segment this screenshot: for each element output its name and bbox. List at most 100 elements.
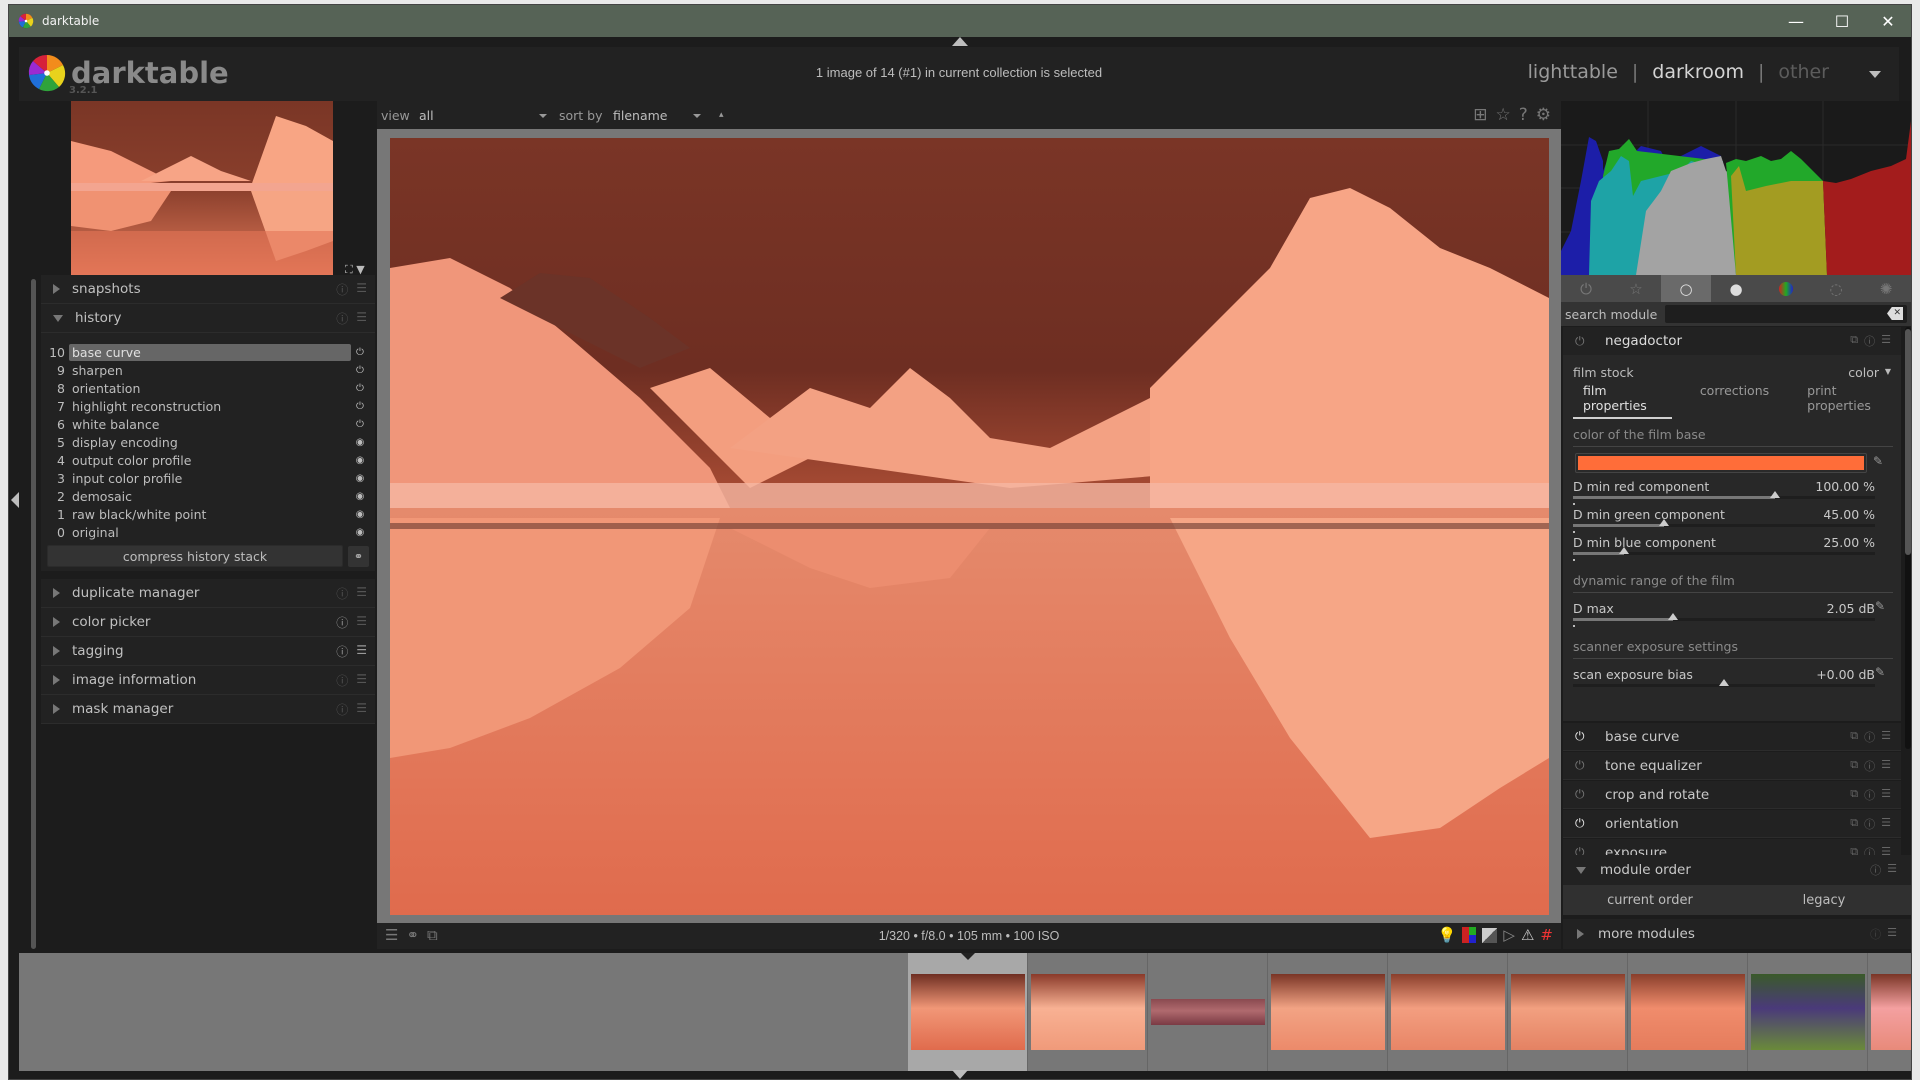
group-base-icon[interactable]: ○ xyxy=(1661,275,1711,302)
presets-icon[interactable]: ☰ xyxy=(1881,787,1891,803)
group-effects-icon[interactable]: ✺ xyxy=(1861,275,1911,302)
reset-icon[interactable]: ⓘ xyxy=(1864,787,1875,803)
film-stock-dropdown-icon[interactable]: ▼ xyxy=(1885,367,1891,376)
group-color-icon[interactable] xyxy=(1761,275,1811,302)
views-dropdown-icon[interactable] xyxy=(1869,71,1881,78)
more-modules-header[interactable]: more modules ⓘ ☰ xyxy=(1563,919,1911,949)
filmstrip-thumbnail[interactable] xyxy=(908,953,1028,1071)
help-icon[interactable]: ? xyxy=(1519,105,1528,125)
module-image-information[interactable]: image information ⓘ ☰ xyxy=(41,666,375,695)
film-stock-select[interactable]: color xyxy=(1848,365,1879,380)
slider-dmin-red[interactable]: D min red component 100.00 % xyxy=(1573,479,1875,507)
gamut-check-icon[interactable]: ⚠ xyxy=(1521,926,1534,944)
history-item[interactable]: 0 original ◉ xyxy=(47,523,369,541)
history-item[interactable]: 2 demosaic ◉ xyxy=(47,487,369,505)
presets-icon[interactable]: ☰ xyxy=(1881,729,1891,745)
slider-dmax[interactable]: D max 2.05 dB xyxy=(1573,601,1875,629)
power-icon[interactable]: ⏻ xyxy=(1575,816,1593,831)
filmstrip-thumbnail[interactable] xyxy=(1748,953,1868,1071)
history-item[interactable]: 8 orientation ⏻ xyxy=(47,379,369,397)
color-picker-icon[interactable]: ✎ xyxy=(1875,665,1885,679)
history-item[interactable]: 5 display encoding ◉ xyxy=(47,433,369,451)
history-item[interactable]: 9 sharpen ⏻ xyxy=(47,361,369,379)
histogram[interactable] xyxy=(1561,101,1911,275)
multi-instance-icon[interactable]: ⧉ xyxy=(1850,333,1858,349)
multi-instance-icon[interactable]: ⧉ xyxy=(1850,816,1858,832)
module-negadoctor-header[interactable]: ⏻ negadoctor ⧉ ⓘ ☰ xyxy=(1563,327,1901,355)
module-duplicate-manager[interactable]: duplicate manager ⓘ ☰ xyxy=(41,579,375,608)
sort-by-dropdown-icon[interactable] xyxy=(693,114,701,118)
color-picker-icon[interactable]: ✎ xyxy=(1873,454,1883,468)
color-picker-icon[interactable]: ✎ xyxy=(1875,599,1885,613)
filmstrip-thumbnail[interactable] xyxy=(1268,953,1388,1071)
grouping-icon[interactable]: ⊞ xyxy=(1473,105,1487,125)
slider-scan-exposure-bias[interactable]: scan exposure bias +0.00 dB xyxy=(1573,667,1875,695)
tab-print-properties[interactable]: print properties xyxy=(1797,383,1901,419)
slider-dmin-blue[interactable]: D min blue component 25.00 % xyxy=(1573,535,1875,563)
reset-icon[interactable]: ⓘ xyxy=(336,310,348,327)
presets-icon[interactable]: ☰ xyxy=(356,701,367,718)
film-base-color-swatch[interactable] xyxy=(1575,453,1867,473)
slider-thumb[interactable] xyxy=(1770,491,1781,498)
module-order-header[interactable]: module order ⓘ ☰ xyxy=(1563,855,1911,885)
power-icon[interactable]: ⏻ xyxy=(1575,729,1593,744)
filmstrip-thumbnail[interactable] xyxy=(1868,953,1911,1071)
sort-by-select[interactable]: filename xyxy=(613,108,668,123)
tab-corrections[interactable]: corrections xyxy=(1690,383,1779,419)
minimize-button[interactable]: — xyxy=(1773,5,1819,37)
presets-icon[interactable]: ☰ xyxy=(356,310,367,327)
presets-icon[interactable]: ☰ xyxy=(1881,333,1891,349)
power-icon[interactable]: ⏻ xyxy=(1575,758,1593,773)
module-base-curve[interactable]: ⏻ base curve ⧉ ⓘ ☰ xyxy=(1563,723,1901,751)
right-scrollbar-thumb[interactable] xyxy=(1905,329,1911,555)
view-darkroom[interactable]: darkroom xyxy=(1652,61,1744,83)
raw-overexposed-icon[interactable] xyxy=(1462,927,1477,943)
reset-icon[interactable]: ⓘ xyxy=(336,585,348,602)
reset-icon[interactable]: ⓘ xyxy=(1864,333,1875,349)
toggle-top-panel-arrow-icon[interactable] xyxy=(952,37,968,46)
reset-icon[interactable]: ⓘ xyxy=(336,614,348,631)
slider-thumb[interactable] xyxy=(1619,547,1630,554)
group-active-modules-icon[interactable]: ⏻ xyxy=(1561,275,1611,302)
softproof-icon[interactable]: ▷ xyxy=(1503,926,1515,944)
navigation-thumbnail[interactable] xyxy=(71,101,333,275)
filmstrip[interactable] xyxy=(19,953,1911,1071)
module-snapshots[interactable]: snapshots ⓘ ☰ xyxy=(41,275,375,304)
module-mask-manager[interactable]: mask manager ⓘ ☰ xyxy=(41,695,375,724)
reset-icon[interactable]: ⓘ xyxy=(336,672,348,689)
module-color-picker[interactable]: color picker ⓘ ☰ xyxy=(41,608,375,637)
tab-film-properties[interactable]: film properties xyxy=(1573,383,1672,419)
slider-dmin-green[interactable]: D min green component 45.00 % xyxy=(1573,507,1875,535)
close-button[interactable]: ✕ xyxy=(1865,5,1911,37)
slider-thumb[interactable] xyxy=(1658,519,1669,526)
main-image[interactable] xyxy=(390,138,1549,915)
slider-thumb[interactable] xyxy=(1719,679,1729,686)
filmstrip-thumbnail[interactable] xyxy=(1148,953,1268,1071)
filmstrip-thumbnail[interactable] xyxy=(1388,953,1508,1071)
compress-history-button[interactable]: compress history stack xyxy=(47,545,343,567)
view-filter-dropdown-icon[interactable] xyxy=(539,114,547,118)
reset-icon[interactable]: ⓘ xyxy=(1870,926,1881,942)
presets-icon[interactable]: ☰ xyxy=(356,281,367,298)
reset-icon[interactable]: ⓘ xyxy=(1864,729,1875,745)
sort-direction-toggle[interactable]: ▴ xyxy=(719,110,724,120)
clipping-indication-icon[interactable] xyxy=(1482,927,1498,943)
slider-thumb[interactable] xyxy=(1667,613,1678,620)
history-item[interactable]: 7 highlight reconstruction ⏻ xyxy=(47,397,369,415)
filmstrip-thumbnail[interactable] xyxy=(1508,953,1628,1071)
reset-icon[interactable]: ⓘ xyxy=(1870,862,1881,878)
create-style-icon[interactable]: ⚭ xyxy=(348,545,369,567)
left-panel-scrollbar[interactable] xyxy=(31,279,36,949)
presets-icon[interactable]: ☰ xyxy=(1881,758,1891,774)
power-icon[interactable]: ⏻ xyxy=(1575,787,1593,802)
reset-icon[interactable]: ⓘ xyxy=(1864,816,1875,832)
group-correct-icon[interactable]: ◌ xyxy=(1811,275,1861,302)
history-item[interactable]: 1 raw black/white point ◉ xyxy=(47,505,369,523)
module-crop-and-rotate[interactable]: ⏻ crop and rotate ⧉ ⓘ ☰ xyxy=(1563,781,1901,809)
history-item[interactable]: 3 input color profile ◉ xyxy=(47,469,369,487)
module-tone-equalizer[interactable]: ⏻ tone equalizer ⧉ ⓘ ☰ xyxy=(1563,752,1901,780)
presets-icon[interactable]: ☰ xyxy=(356,585,367,602)
view-filter-select[interactable]: all xyxy=(419,108,434,123)
group-favorites-icon[interactable]: ☆ xyxy=(1611,275,1661,302)
history-item[interactable]: 4 output color profile ◉ xyxy=(47,451,369,469)
